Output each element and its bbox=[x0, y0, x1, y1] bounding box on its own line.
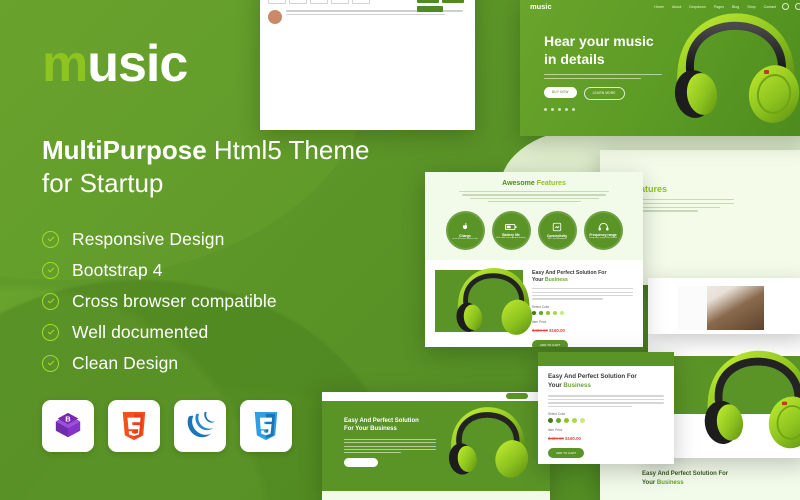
cart-icon[interactable] bbox=[782, 3, 789, 10]
detail-price-old: $400.00 bbox=[548, 436, 564, 442]
nav-item-about[interactable]: About bbox=[672, 5, 681, 9]
product-title: Easy And Perfect Solution For Your Busin… bbox=[532, 270, 607, 284]
badge-bootstrap: B bbox=[42, 399, 94, 452]
badge-jquery bbox=[174, 399, 226, 452]
detail-body: Easy And Perfect Solution For Your Busin… bbox=[538, 366, 674, 464]
price-new: $160.00 bbox=[549, 327, 565, 333]
model-photo bbox=[678, 286, 764, 330]
detail-topbar bbox=[538, 352, 674, 366]
detail-description bbox=[548, 395, 664, 408]
feature-item-clean-design: Clean Design bbox=[42, 353, 462, 374]
nav-item-dropdown[interactable]: Dropdown bbox=[689, 5, 705, 9]
brand-logo-rest: usic bbox=[87, 35, 188, 93]
detail-color-label: Select Color bbox=[548, 412, 566, 417]
pale-panel-title: Easy And Perfect Solution For Your Busin… bbox=[642, 471, 729, 486]
jquery-logo-icon bbox=[187, 411, 215, 437]
left-content-panel: music MultiPurpose Html5 Theme for Start… bbox=[42, 38, 462, 452]
detail-price-new: $160.00 bbox=[565, 436, 581, 442]
feature-item-documented: Well documented bbox=[42, 322, 462, 343]
banner-small-button[interactable] bbox=[506, 393, 528, 399]
check-circle-icon bbox=[42, 261, 59, 279]
nav-item-pages[interactable]: Pages bbox=[714, 5, 724, 9]
mockup-hero-description bbox=[544, 74, 662, 79]
html5-logo-icon bbox=[122, 411, 146, 440]
headline-rest: Html5 Theme bbox=[206, 135, 370, 165]
nav-item-contact[interactable]: Contact bbox=[764, 5, 776, 9]
avatar bbox=[268, 10, 282, 25]
feature-label: Responsive Design bbox=[72, 228, 225, 249]
mockup-nav-list[interactable]: Home About Dropdown Pages Blog Shop Cont… bbox=[654, 5, 776, 9]
page-title: MultiPurpose Html5 Theme for Startup bbox=[42, 134, 462, 201]
search-icon[interactable] bbox=[795, 3, 800, 10]
connectivity-icon bbox=[552, 222, 562, 231]
nav-item-home[interactable]: Home bbox=[654, 5, 664, 9]
product-price: $400.00 $160.00 bbox=[532, 328, 633, 333]
feature-label: Clean Design bbox=[72, 352, 179, 373]
feature-label: Cross browser compatible bbox=[72, 290, 277, 311]
feature-label: Well documented bbox=[72, 321, 209, 342]
feature-list: Responsive Design Bootstrap 4 Cross brow… bbox=[42, 229, 462, 374]
headline-line2: for Startup bbox=[42, 168, 164, 199]
mockup-hero-title: Hear your music in details bbox=[544, 33, 654, 67]
detail-price-label: Item Price bbox=[548, 428, 563, 433]
features-subtitle bbox=[459, 191, 609, 203]
feature-frequency[interactable]: Frequency range Frequency range 4Hz-40kH… bbox=[583, 211, 623, 251]
brand-logo-accent: m bbox=[42, 35, 88, 93]
product-description bbox=[532, 288, 633, 300]
detail-price: $400.00 $160.00 bbox=[548, 436, 664, 441]
feature-item-responsive: Responsive Design bbox=[42, 229, 462, 250]
product-info: Easy And Perfect Solution For Your Busin… bbox=[532, 270, 633, 347]
badge-css3 bbox=[240, 399, 292, 452]
mockup-hero-site: music Home About Dropdown Pages Blog Sho… bbox=[520, 0, 800, 136]
technology-badge-list: B bbox=[42, 399, 462, 452]
poster-canvas: Kindness to he horrible reserved ye. bbox=[0, 0, 800, 500]
feature-item-cross-browser: Cross browser compatible bbox=[42, 291, 462, 312]
learn-more-button[interactable]: LEARN MORE bbox=[583, 86, 625, 100]
detail-color-swatches[interactable] bbox=[548, 418, 664, 424]
mockup-product-detail: Easy And Perfect Solution For Your Busin… bbox=[538, 352, 674, 464]
brand-logo: music bbox=[42, 38, 462, 90]
color-label: Select Color bbox=[532, 304, 550, 309]
check-circle-icon bbox=[42, 354, 59, 372]
bootstrap-logo-icon: B bbox=[55, 412, 81, 437]
svg-text:B: B bbox=[65, 414, 71, 423]
check-circle-icon bbox=[42, 323, 59, 341]
color-swatches[interactable] bbox=[532, 310, 633, 315]
price-old: $400.00 bbox=[532, 327, 548, 333]
headphone-illustration bbox=[650, 10, 800, 133]
headline-strong: MultiPurpose bbox=[42, 135, 207, 165]
check-circle-icon bbox=[42, 230, 59, 248]
badge-html5 bbox=[108, 399, 160, 452]
headphone-illustration-large bbox=[704, 350, 800, 449]
headphone-icon bbox=[598, 223, 608, 231]
feature-label: Bootstrap 4 bbox=[72, 259, 163, 280]
battery-icon bbox=[505, 223, 517, 230]
detail-add-to-cart-button[interactable]: ADD TO CART bbox=[548, 448, 585, 459]
blog-sidebar bbox=[417, 0, 469, 12]
feature-connectivity[interactable]: Connectivity NFC and Bluetooth bbox=[537, 211, 577, 251]
blog-tag-cloud[interactable] bbox=[417, 0, 469, 12]
price-label: Item Price bbox=[532, 319, 547, 324]
buy-now-button[interactable]: BUY NOW bbox=[544, 86, 577, 98]
feature-item-bootstrap: Bootstrap 4 bbox=[42, 260, 462, 281]
nav-item-shop[interactable]: Shop bbox=[747, 5, 755, 9]
blog-comment bbox=[268, 10, 467, 25]
mockup-photo-strip bbox=[648, 278, 800, 334]
banner-footer bbox=[322, 491, 550, 500]
detail-title: Easy And Perfect Solution For Your Busin… bbox=[548, 373, 637, 389]
mockup-brand: music bbox=[530, 2, 552, 11]
css3-logo-icon bbox=[254, 411, 278, 440]
check-circle-icon bbox=[42, 292, 59, 310]
add-to-cart-button[interactable]: ADD TO CART bbox=[532, 339, 569, 347]
nav-item-blog[interactable]: Blog bbox=[732, 5, 739, 9]
feature-battery[interactable]: Battery life 800 mAh rechargeable batter… bbox=[491, 211, 531, 251]
banner-cta-button[interactable] bbox=[344, 458, 378, 468]
